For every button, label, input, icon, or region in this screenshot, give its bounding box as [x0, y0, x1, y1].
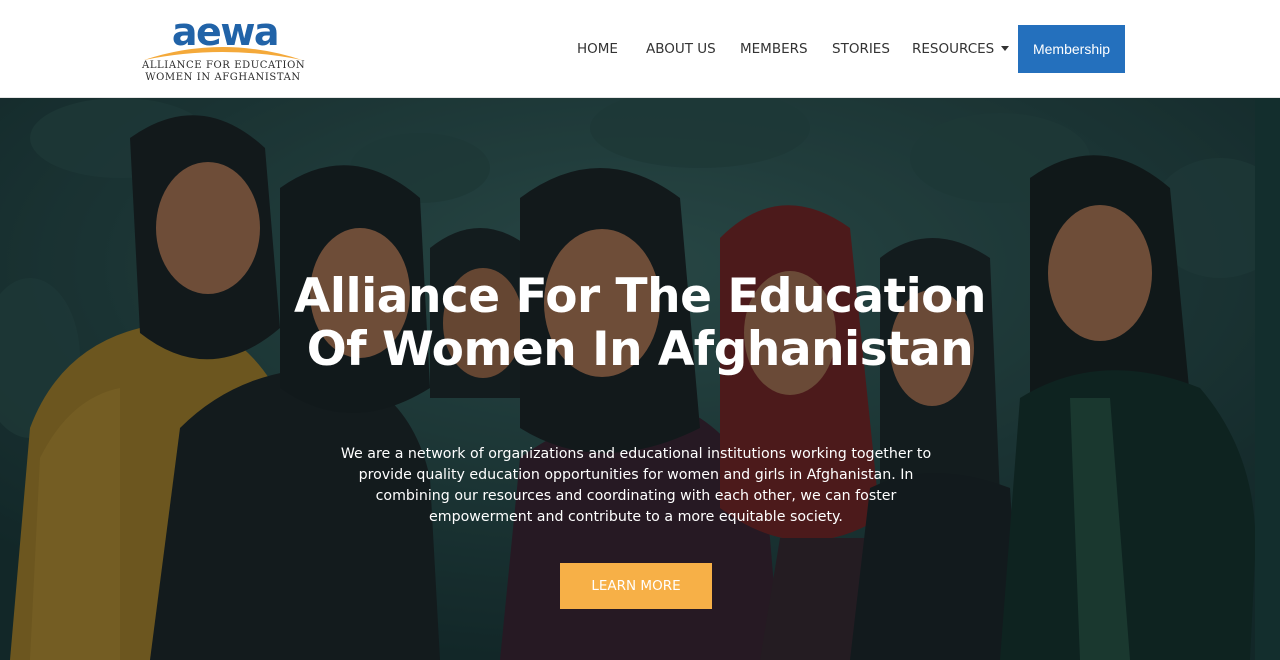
aewa-logo[interactable]: aewa Alliance for Education Women in Afg…: [142, 10, 306, 86]
nav-members[interactable]: MEMBERS: [740, 37, 808, 61]
caret-down-icon: [1001, 46, 1010, 51]
logo-tagline-line2: Women in Afghanistan: [145, 72, 301, 83]
hero-section: Alliance For The Education Of Women In A…: [0, 98, 1280, 660]
hero-title: Alliance For The Education Of Women In A…: [294, 269, 986, 377]
nav-home[interactable]: HOME: [577, 37, 618, 61]
nav-resources-label: RESOURCES: [912, 41, 995, 57]
nav-about-us[interactable]: ABOUT US: [646, 37, 716, 61]
logo-wordmark: aewa: [171, 10, 280, 54]
membership-button[interactable]: Membership: [1018, 25, 1125, 73]
site-header: aewa Alliance for Education Women in Afg…: [0, 0, 1280, 98]
nav-stories[interactable]: STORIES: [832, 37, 890, 61]
hero-description: We are a network of organizations and ed…: [340, 446, 932, 525]
nav-resources[interactable]: RESOURCES: [912, 37, 1010, 61]
logo-tagline-line1: Alliance for Education: [142, 60, 306, 71]
learn-more-button[interactable]: LEARN MORE: [560, 563, 712, 609]
